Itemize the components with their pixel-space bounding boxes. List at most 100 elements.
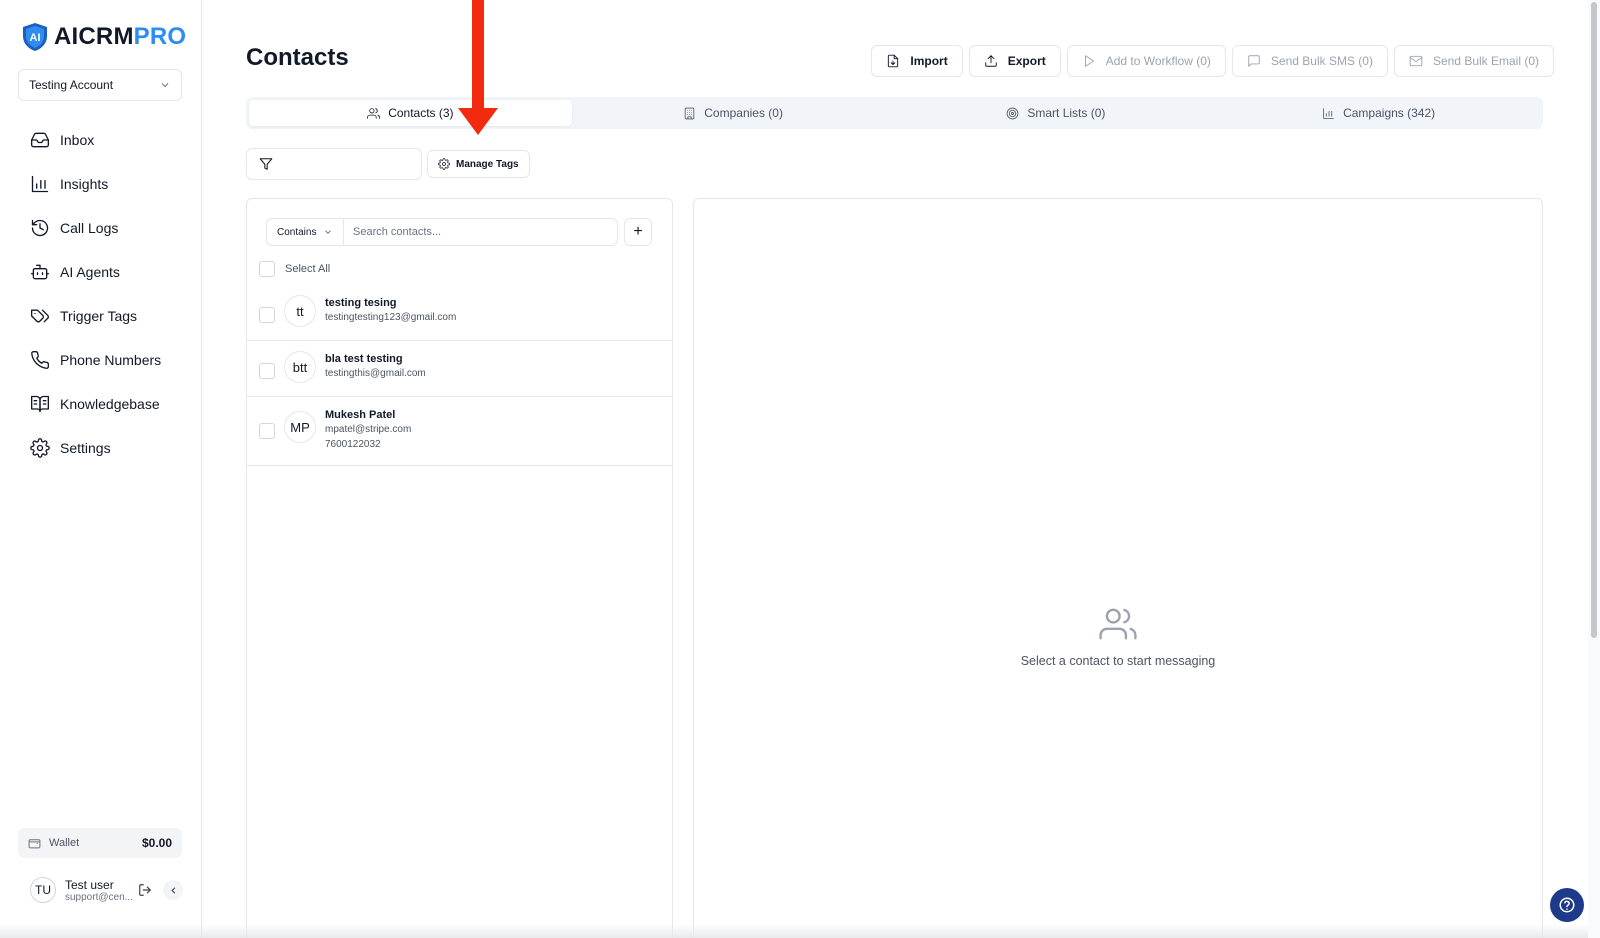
manage-tags-label: Manage Tags: [456, 158, 519, 170]
contact-checkbox[interactable]: [259, 307, 275, 323]
sidebar-item-inbox[interactable]: Inbox: [30, 118, 161, 162]
list-item[interactable]: tt testing tesing testingtesting123@gmai…: [247, 285, 672, 341]
history-icon: [31, 219, 49, 237]
main-content: Contacts Import Export Add to Workflow (…: [202, 0, 1588, 938]
avatar: MP: [284, 411, 316, 443]
sidebar-item-label: Trigger Tags: [60, 308, 138, 324]
sidebar-item-call-logs[interactable]: Call Logs: [30, 206, 161, 250]
brand-name-part2: PRO: [133, 23, 187, 50]
chevron-left-icon: [170, 886, 175, 894]
list-item[interactable]: btt bla test testing testingthis@gmail.c…: [247, 341, 672, 397]
tab-smart-lists[interactable]: Smart Lists (0): [895, 100, 1218, 126]
building-icon: [685, 107, 695, 119]
tab-label: Campaigns (342): [1343, 106, 1436, 120]
contact-phone: 7600122032: [325, 439, 381, 450]
bar-chart-icon: [1323, 107, 1334, 119]
import-button[interactable]: Import: [871, 45, 963, 77]
contact-email: mpatel@stripe.com: [325, 424, 412, 435]
sidebar-item-insights[interactable]: Insights: [30, 162, 161, 206]
logout-icon: [139, 884, 151, 896]
user-profile: TU Test user support@cen...: [30, 877, 196, 903]
gear-icon: [30, 438, 50, 458]
sidebar-item-label: AI Agents: [60, 264, 120, 280]
contact-email: testingthis@gmail.com: [325, 368, 426, 379]
workflow-label: Add to Workflow (0): [1105, 54, 1211, 68]
messaging-panel: Select a contact to start messaging: [693, 198, 1543, 938]
list-item[interactable]: MP Mukesh Patel mpatel@stripe.com 760012…: [247, 397, 672, 466]
sidebar-item-knowledgebase[interactable]: Knowledgebase: [30, 382, 161, 426]
empty-state: Select a contact to start messaging: [694, 605, 1542, 668]
add-contact-button[interactable]: +: [624, 218, 652, 246]
sidebar-item-phone-numbers[interactable]: Phone Numbers: [30, 338, 161, 382]
brand-logo[interactable]: AI AICRMPRO: [22, 22, 186, 52]
message-icon: [1248, 55, 1260, 67]
page-title: Contacts: [246, 44, 349, 71]
search-mode-value: Contains: [277, 226, 317, 238]
contact-list-panel: Contains + Select All tt testing tesing …: [246, 198, 673, 938]
select-all-checkbox[interactable]: [259, 261, 275, 277]
target-icon: [1007, 107, 1019, 119]
collapse-sidebar-button[interactable]: [163, 880, 183, 900]
sidebar-item-settings[interactable]: Settings: [30, 426, 161, 470]
sidebar-nav: Inbox Insights Call Logs AI Agents Trigg…: [30, 118, 161, 470]
wallet-card[interactable]: Wallet $0.00: [18, 828, 182, 858]
chevron-down-icon: [325, 230, 331, 234]
toolbar: Import Export Add to Workflow (0) Send B…: [871, 45, 1554, 77]
tag-filter[interactable]: [246, 148, 422, 180]
wallet-balance: $0.00: [141, 836, 172, 850]
send-bulk-email-button[interactable]: Send Bulk Email (0): [1393, 45, 1554, 77]
search-input[interactable]: [344, 218, 618, 246]
page-scrollbar[interactable]: [1588, 0, 1600, 938]
phone-icon: [31, 351, 50, 369]
filter-icon: [259, 158, 273, 170]
gear-icon: [438, 158, 450, 170]
logout-button[interactable]: [135, 880, 155, 900]
sidebar-item-ai-agents[interactable]: AI Agents: [30, 250, 161, 294]
file-import-icon: [888, 54, 899, 68]
avatar: btt: [284, 351, 316, 383]
brand-name: AICRMPRO: [54, 23, 186, 51]
account-selector[interactable]: Testing Account: [18, 69, 182, 101]
help-button[interactable]: [1550, 888, 1584, 922]
contact-search-bar: Contains +: [266, 218, 652, 246]
tab-campaigns[interactable]: Campaigns (342): [1217, 100, 1540, 126]
select-all-row[interactable]: Select All: [259, 261, 330, 277]
tags-icon: [31, 309, 49, 323]
sidebar-item-label: Inbox: [60, 132, 95, 148]
users-icon: [1099, 608, 1137, 640]
users-icon: [367, 107, 381, 119]
add-to-workflow-button[interactable]: Add to Workflow (0): [1066, 45, 1226, 77]
contact-checkbox[interactable]: [259, 363, 275, 379]
select-all-label: Select All: [285, 263, 331, 275]
sms-label: Send Bulk SMS (0): [1270, 54, 1373, 68]
bar-chart-icon: [31, 175, 49, 193]
email-label: Send Bulk Email (0): [1432, 54, 1539, 68]
account-selector-value: Testing Account: [29, 78, 114, 92]
contact-name: testing tesing: [325, 297, 397, 309]
contact-checkbox[interactable]: [259, 423, 275, 439]
wallet-label: Wallet: [49, 837, 80, 849]
search-mode-select[interactable]: Contains: [266, 218, 344, 246]
scrollbar-thumb[interactable]: [1591, 2, 1597, 638]
manage-tags-button[interactable]: Manage Tags: [427, 150, 530, 178]
avatar[interactable]: TU: [30, 877, 56, 903]
play-icon: [1084, 55, 1094, 67]
contact-list: tt testing tesing testingtesting123@gmai…: [247, 285, 672, 466]
sidebar-item-label: Insights: [60, 176, 109, 192]
user-name: Test user: [65, 877, 114, 892]
import-label: Import: [910, 54, 948, 68]
sidebar: AI AICRMPRO Testing Account Inbox Insigh…: [0, 0, 202, 938]
send-bulk-sms-button[interactable]: Send Bulk SMS (0): [1231, 45, 1388, 77]
export-label: Export: [1007, 54, 1046, 68]
brand-name-part1: AICRM: [54, 23, 134, 50]
export-button[interactable]: Export: [968, 45, 1061, 77]
tab-companies[interactable]: Companies (0): [572, 100, 895, 126]
sidebar-item-trigger-tags[interactable]: Trigger Tags: [30, 294, 161, 338]
avatar: tt: [284, 295, 316, 327]
help-circle-icon: [1559, 897, 1575, 913]
annotation-arrow: [458, 0, 498, 135]
wallet-icon: [28, 838, 41, 848]
sidebar-item-label: Knowledgebase: [60, 396, 160, 412]
sidebar-item-label: Settings: [60, 440, 111, 456]
tab-contacts[interactable]: Contacts (3): [249, 100, 572, 126]
